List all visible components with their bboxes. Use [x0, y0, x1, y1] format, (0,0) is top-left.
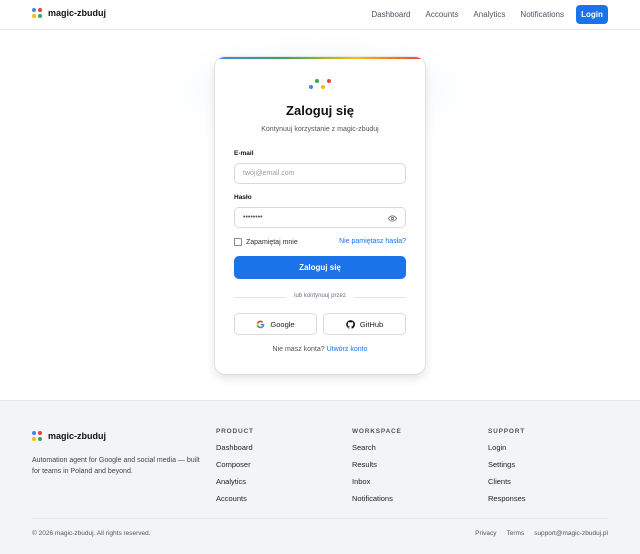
google-label: Google	[270, 319, 295, 329]
github-icon	[346, 319, 355, 329]
footer-divider	[32, 518, 608, 519]
signup-prompt: Nie masz konta? Utwórz konto	[215, 346, 425, 353]
page-title: Zaloguj się	[286, 103, 354, 118]
terms-link[interactable]: Terms	[506, 530, 524, 537]
brand-name: magic-zbuduj	[48, 8, 106, 18]
footer: magic-zbuduj Automation agent for Google…	[0, 400, 640, 554]
nav-dashboard[interactable]: Dashboard	[371, 10, 410, 19]
footer-column-title: SUPPORT	[488, 428, 526, 435]
support-email-link[interactable]: support@magic-zbuduj.pl	[534, 530, 608, 537]
footer-link[interactable]: Login	[488, 443, 526, 460]
footer-column-product: PRODUCT Dashboard Composer Analytics Acc…	[216, 428, 254, 511]
remember-label: Zapamiętaj mnie	[246, 238, 298, 246]
footer-link[interactable]: Accounts	[216, 494, 254, 511]
logo-icon	[309, 79, 331, 91]
copyright: © 2026 magic-zbuduj. All rights reserved…	[32, 530, 151, 537]
main-nav: Dashboard Accounts Analytics Notificatio…	[371, 10, 564, 19]
remember-me[interactable]: Zapamiętaj mnie	[234, 238, 298, 246]
footer-link[interactable]: Search	[352, 443, 402, 460]
logo-icon	[32, 431, 42, 441]
footer-link[interactable]: Inbox	[352, 477, 402, 494]
signup-text: Nie masz konta?	[272, 346, 325, 353]
login-submit-button[interactable]: Zaloguj się	[234, 256, 406, 279]
footer-column-title: PRODUCT	[216, 428, 254, 435]
login-card: Zaloguj się Kontynuuj korzystanie z magi…	[215, 57, 425, 374]
brand[interactable]: magic-zbuduj	[32, 8, 106, 18]
footer-link[interactable]: Dashboard	[216, 443, 254, 460]
email-label: E-mail	[234, 150, 254, 157]
footer-link[interactable]: Notifications	[352, 494, 402, 511]
nav-analytics[interactable]: Analytics	[473, 10, 505, 19]
email-placeholder: twój@email.com	[243, 170, 295, 177]
footer-link[interactable]: Results	[352, 460, 402, 477]
password-value: ••••••••	[243, 214, 263, 221]
footer-link[interactable]: Analytics	[216, 477, 254, 494]
footer-link[interactable]: Settings	[488, 460, 526, 477]
privacy-link[interactable]: Privacy	[475, 530, 496, 537]
footer-brand-name: magic-zbuduj	[48, 431, 106, 441]
footer-description: Automation agent for Google and social m…	[32, 457, 200, 475]
footer-link[interactable]: Clients	[488, 477, 526, 494]
password-field[interactable]: ••••••••	[234, 207, 406, 228]
footer-brand[interactable]: magic-zbuduj	[32, 431, 106, 441]
divider-text: lub kontynuuj przez	[294, 293, 346, 299]
nav-accounts[interactable]: Accounts	[426, 10, 459, 19]
google-icon	[256, 320, 265, 328]
password-label: Hasło	[234, 194, 252, 201]
card-accent-bar	[215, 57, 425, 59]
footer-column-title: WORKSPACE	[352, 428, 402, 435]
footer-column-workspace: WORKSPACE Search Results Inbox Notificat…	[352, 428, 402, 511]
email-field[interactable]: twój@email.com	[234, 163, 406, 184]
forgot-password-link[interactable]: Nie pamiętasz hasła?	[339, 238, 406, 245]
footer-column-support: SUPPORT Login Settings Clients Responses	[488, 428, 526, 511]
divider: lub kontynuuj przez	[234, 293, 406, 301]
footer-link[interactable]: Responses	[488, 494, 526, 511]
github-login-button[interactable]: GitHub	[323, 313, 406, 335]
github-label: GitHub	[359, 319, 384, 329]
logo-icon	[32, 8, 42, 18]
create-account-link[interactable]: Utwórz konto	[327, 346, 368, 353]
eye-icon[interactable]	[388, 214, 397, 223]
nav-notifications[interactable]: Notifications	[520, 10, 564, 19]
page-subtitle: Kontynuuj korzystanie z magic-zbuduj	[261, 126, 379, 133]
google-login-button[interactable]: Google	[234, 313, 317, 335]
top-navbar: magic-zbuduj Dashboard Accounts Analytic…	[0, 0, 640, 30]
footer-link[interactable]: Composer	[216, 460, 254, 477]
remember-checkbox[interactable]	[234, 238, 242, 246]
legal-links: Privacy Terms support@magic-zbuduj.pl	[475, 530, 608, 537]
header-login-button[interactable]: Login	[576, 5, 608, 24]
